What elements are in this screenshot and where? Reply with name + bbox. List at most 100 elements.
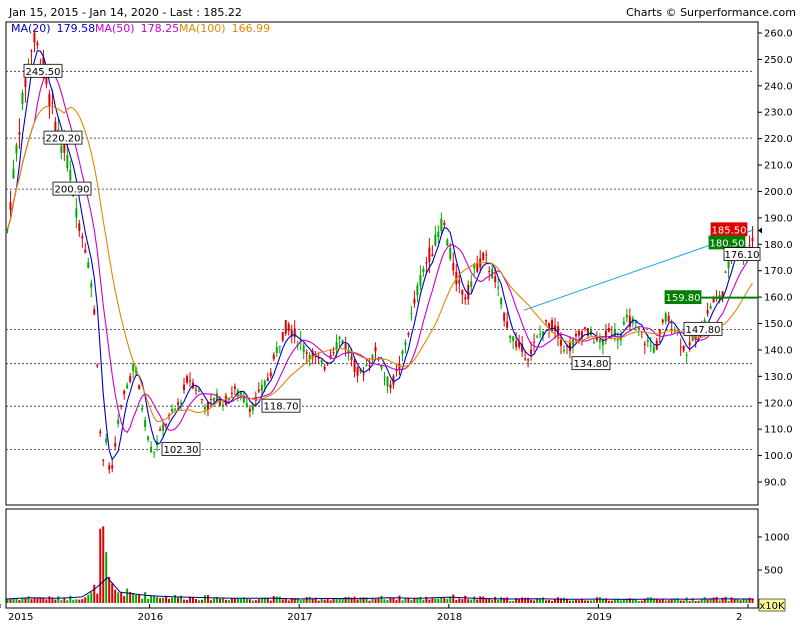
volume-bar: [317, 600, 320, 603]
volume-bar: [622, 599, 625, 603]
volume-bar: [111, 583, 114, 603]
candle-body: [263, 380, 266, 386]
volume-bar: [144, 592, 147, 603]
candle-body: [108, 465, 111, 470]
volume-bar: [380, 595, 383, 603]
candle-body: [203, 407, 206, 410]
candle-body: [102, 459, 105, 461]
candle-body: [350, 355, 353, 361]
level-label: 118.70: [264, 402, 299, 413]
volume-bar: [69, 595, 72, 603]
candle-body: [51, 102, 54, 104]
volume-bar: [568, 600, 571, 603]
volume-bar: [183, 599, 186, 603]
volume-bar: [162, 597, 165, 603]
volume-bar: [236, 598, 239, 603]
volume-bar: [254, 600, 257, 603]
volume-bar: [81, 599, 84, 603]
candle-body: [607, 327, 610, 332]
candle-body: [371, 355, 374, 361]
candle-body: [177, 402, 180, 405]
candle-body: [748, 245, 751, 247]
volume-bar: [99, 528, 102, 603]
candle-body: [583, 327, 586, 329]
volume-bar: [461, 599, 464, 603]
volume-bar: [670, 599, 673, 603]
candle-body: [404, 342, 407, 346]
volume-bar: [428, 599, 431, 603]
price-tick-label: 120.0: [764, 398, 793, 409]
candle-body: [117, 419, 120, 424]
volume-bar: [688, 600, 691, 603]
candle-body: [461, 290, 464, 295]
candle-body: [212, 397, 215, 402]
volume-bar: [386, 600, 389, 603]
volume-bar: [27, 596, 30, 603]
volume-bar: [320, 598, 323, 603]
volume-bar: [171, 597, 174, 603]
candle-body: [78, 223, 81, 231]
candle-body: [643, 343, 646, 345]
volume-bar: [45, 599, 48, 603]
candle-body: [389, 384, 392, 389]
candle-body: [353, 359, 356, 372]
marker-label: 159.80: [666, 293, 701, 304]
volume-tick-label: 500: [764, 566, 783, 577]
ma50-legend-value: 178.25: [141, 22, 180, 35]
candle-body: [679, 346, 682, 348]
volume-bar: [6, 599, 9, 603]
candle-body: [682, 345, 685, 351]
volume-bar: [434, 598, 437, 603]
volume-bar: [93, 584, 96, 603]
volume-bar: [12, 598, 15, 603]
stock-chart: Jan 15, 2015 - Jan 14, 2020 - Last : 185…: [0, 0, 805, 630]
volume-bar: [102, 526, 105, 603]
time-tick-label: 2017: [287, 612, 312, 623]
volume-bar: [54, 599, 57, 603]
candle-body: [150, 446, 153, 453]
candle-body: [9, 201, 12, 210]
candle-body: [332, 352, 335, 354]
candle-body: [162, 424, 165, 431]
level-label: 200.90: [55, 185, 90, 196]
volume-bar: [533, 600, 536, 603]
volume-bar: [329, 600, 332, 603]
volume-bar: [497, 599, 500, 603]
volume-bar: [87, 594, 90, 603]
volume-bar: [135, 594, 138, 603]
volume-bar: [446, 598, 449, 603]
candle-body: [105, 438, 108, 443]
candle-body: [21, 92, 24, 104]
volume-bar: [221, 597, 224, 603]
volume-bar: [299, 600, 302, 603]
volume-bar: [275, 596, 278, 603]
price-tick-label: 170.0: [764, 266, 793, 277]
candle-body: [545, 320, 548, 322]
volume-bar: [610, 600, 613, 603]
volume-bar: [613, 599, 616, 603]
volume-bar: [239, 598, 242, 603]
volume-bar: [147, 599, 150, 603]
level-label: 134.80: [574, 359, 609, 370]
volume-bar: [410, 599, 413, 603]
volume-bar: [679, 600, 682, 603]
candle-body: [60, 145, 63, 153]
volume-bar: [150, 595, 153, 603]
volume-bar: [685, 597, 688, 603]
volume-bar: [90, 592, 93, 603]
price-tick-label: 90.0: [764, 478, 786, 489]
candle-body: [560, 339, 563, 346]
time-tick-label: 2016: [138, 612, 163, 623]
candle-body: [335, 341, 338, 349]
candle-body: [99, 431, 102, 434]
candle-body: [75, 208, 78, 218]
candle-body: [482, 252, 485, 260]
candle-body: [281, 332, 284, 341]
candle-body: [180, 402, 183, 404]
candle-body: [670, 329, 673, 331]
volume-bar: [452, 594, 455, 603]
candle-body: [685, 354, 688, 356]
volume-bar: [724, 596, 727, 603]
candle-body: [551, 320, 554, 331]
price-tick-label: 180.0: [764, 240, 793, 251]
